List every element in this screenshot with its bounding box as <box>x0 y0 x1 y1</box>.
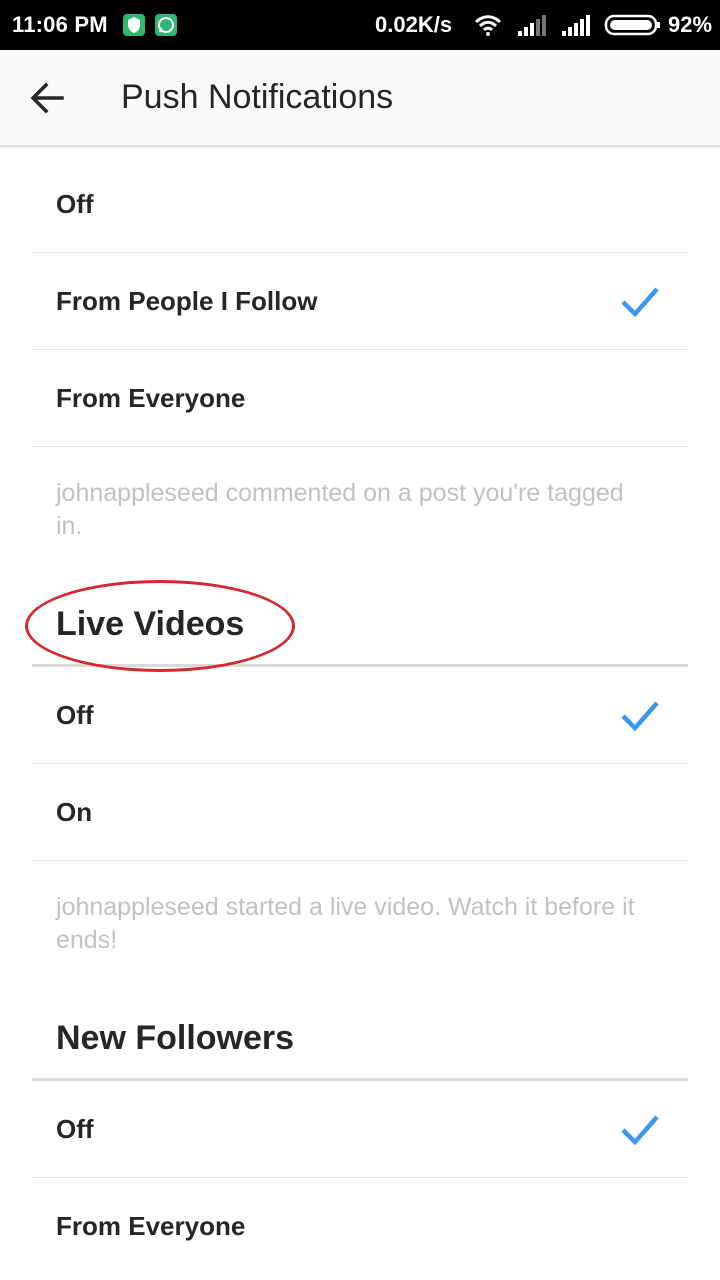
signal-icon <box>518 15 546 36</box>
wifi-icon <box>474 15 502 36</box>
status-bar: 11:06 PM 0.02K/s 92% <box>0 0 720 50</box>
option-off[interactable]: Off <box>32 156 688 253</box>
option-label: Off <box>56 700 94 730</box>
section-description: johnappleseed started a live video. Watc… <box>56 893 635 954</box>
annotation-ellipse <box>25 580 295 672</box>
option-label: Off <box>56 1114 94 1144</box>
option-label: From People I Follow <box>56 286 318 316</box>
option-from-people-i-follow[interactable]: From People I Follow <box>32 253 688 350</box>
shield-notification-icon <box>123 14 145 36</box>
whatsapp-icon <box>155 14 177 36</box>
checkmark-icon <box>621 1115 659 1146</box>
signal-icon-2 <box>562 15 590 36</box>
option-live-off[interactable]: Off <box>32 667 688 764</box>
battery-icon <box>604 14 660 36</box>
network-speed: 0.02K/s <box>375 12 453 37</box>
section-title-new-followers: New Followers <box>56 1019 295 1057</box>
option-followers-from-everyone[interactable]: From Everyone <box>32 1178 688 1275</box>
option-label: From Everyone <box>56 1211 246 1241</box>
option-live-on[interactable]: On <box>32 764 688 861</box>
option-label: From Everyone <box>56 383 246 413</box>
option-label: On <box>56 797 93 827</box>
checkmark-icon <box>621 287 659 318</box>
page-title: Push Notifications <box>121 78 394 116</box>
battery-percent: 92% <box>668 12 713 37</box>
option-from-everyone[interactable]: From Everyone <box>32 350 688 447</box>
app-bar: Push Notifications <box>0 50 720 146</box>
option-followers-off[interactable]: Off <box>32 1081 688 1178</box>
section-description: johnappleseed commented on a post you're… <box>56 479 624 540</box>
status-time: 11:06 PM <box>12 12 108 37</box>
option-label: Off <box>56 189 94 219</box>
arrow-left-icon[interactable] <box>24 74 72 122</box>
checkmark-icon <box>621 701 659 732</box>
